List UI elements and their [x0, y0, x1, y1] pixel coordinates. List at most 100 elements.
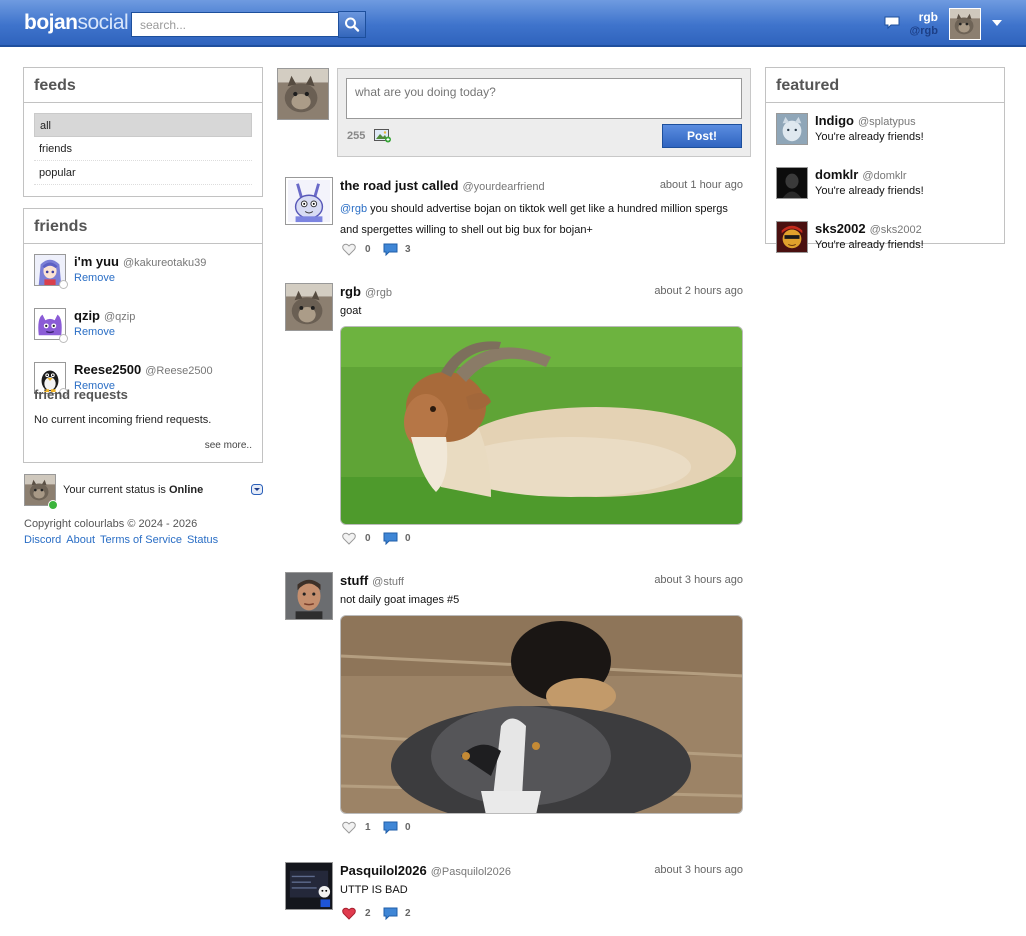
magnifier-icon	[345, 17, 360, 32]
post-timestamp[interactable]: about 3 hours ago	[654, 864, 743, 876]
like-count: 0	[365, 244, 371, 255]
caret-down-icon[interactable]	[992, 20, 1002, 26]
post-timestamp[interactable]: about 1 hour ago	[660, 179, 743, 191]
copyright: Copyright colourlabs © 2024 - 2026	[24, 518, 198, 530]
friend-handle: @Reese2500	[145, 365, 213, 377]
friend-name-text: i'm yuu	[74, 254, 119, 269]
heart-icon[interactable]	[342, 821, 356, 834]
feed-list: all friends popular	[24, 103, 262, 185]
post-author-name: rgb	[340, 284, 361, 299]
comment-count: 0	[405, 533, 411, 544]
speech-bubble-icon[interactable]	[884, 16, 900, 30]
current-user[interactable]: rgb @rgb	[910, 10, 938, 38]
friend-item: i'm yuu @kakureotaku39 Remove	[34, 254, 262, 298]
avatar[interactable]	[285, 572, 333, 620]
friendship-status: You're already friends!	[815, 185, 924, 197]
feeds-panel: feeds all friends popular	[23, 67, 263, 197]
footer-link-discord[interactable]: Discord	[24, 534, 61, 546]
bojansocial-logo[interactable]: bojansocial	[24, 11, 129, 35]
avatar[interactable]	[285, 177, 333, 225]
avatar[interactable]	[277, 68, 329, 120]
friend-handle: @qzip	[104, 311, 136, 323]
featured-name[interactable]: sks2002 @sks2002	[815, 221, 922, 236]
avatar[interactable]	[776, 221, 808, 253]
char-count: 255	[347, 130, 366, 142]
footer-link-about[interactable]: About	[66, 534, 95, 546]
friends-title: friends	[24, 209, 262, 244]
friend-name[interactable]: qzip @qzip	[74, 308, 135, 323]
friend-item: qzip @qzip Remove	[34, 308, 262, 352]
search-button[interactable]	[338, 11, 366, 38]
goat-photo	[341, 327, 742, 524]
status-value: Online	[168, 484, 204, 496]
post-author[interactable]: Pasquilol2026 @Pasquilol2026	[340, 863, 511, 878]
post-text: @rgb you should advertise bojan on tikto…	[340, 199, 740, 241]
comment-icon[interactable]	[383, 532, 398, 545]
friends-panel: friends i'm yuu @kakureotaku39 Remove qzi…	[23, 208, 263, 463]
post-author[interactable]: stuff @stuff	[340, 573, 404, 588]
friend-name[interactable]: i'm yuu @kakureotaku39	[74, 254, 206, 269]
post-author[interactable]: rgb @rgb	[340, 284, 392, 299]
feed-item-friends[interactable]: friends	[34, 137, 252, 161]
comment-icon[interactable]	[383, 243, 398, 256]
avatar[interactable]	[776, 167, 808, 199]
like-count: 1	[365, 822, 371, 833]
avatar[interactable]	[949, 8, 981, 40]
post-composer: 255 Post!	[337, 68, 751, 157]
feed-item-popular[interactable]: popular	[34, 161, 252, 185]
featured-name[interactable]: Indigo @splatypus	[815, 113, 916, 128]
footer-link-status[interactable]: Status	[187, 534, 218, 546]
status-input[interactable]	[346, 78, 742, 119]
post-author-handle: @Pasquilol2026	[430, 866, 511, 878]
post: stuff @stuff about 3 hours ago not daily …	[285, 572, 745, 842]
comment-count: 0	[405, 822, 411, 833]
chevron-down-icon[interactable]	[251, 484, 263, 495]
post-author-name: Pasquilol2026	[340, 863, 427, 878]
avatar[interactable]	[285, 862, 333, 910]
footer-links: Discord About Terms of Service Status	[24, 534, 223, 546]
heart-icon[interactable]	[342, 243, 356, 256]
remove-friend-link[interactable]: Remove	[74, 272, 115, 284]
remove-friend-link[interactable]: Remove	[74, 326, 115, 338]
post-timestamp[interactable]: about 2 hours ago	[654, 285, 743, 297]
friend-name-text: qzip	[74, 308, 100, 323]
avatar[interactable]	[285, 283, 333, 331]
friend-name[interactable]: Reese2500 @Reese2500	[74, 362, 213, 377]
post: Pasquilol2026 @Pasquilol2026 about 3 hour…	[285, 862, 745, 932]
goats-photo	[341, 616, 742, 813]
post-image-goat[interactable]	[340, 326, 743, 525]
post-text: UTTP IS BAD	[340, 884, 408, 896]
post-author[interactable]: the road just called @yourdearfriend	[340, 178, 545, 193]
post-image-goats[interactable]	[340, 615, 743, 814]
presence-dot	[59, 334, 68, 343]
avatar[interactable]	[776, 113, 808, 145]
featured-item: domklr @domklr You're already friends!	[776, 167, 1004, 211]
friend-requests-empty: No current incoming friend requests.	[34, 414, 212, 426]
heart-icon[interactable]	[342, 907, 356, 920]
featured-name-text: Indigo	[815, 113, 854, 128]
post-timestamp[interactable]: about 3 hours ago	[654, 574, 743, 586]
online-dot	[48, 500, 58, 510]
comment-count: 2	[405, 908, 411, 919]
post-author-name: stuff	[340, 573, 369, 588]
feeds-title: feeds	[24, 68, 262, 103]
comment-count: 3	[405, 244, 411, 255]
post-button[interactable]: Post!	[662, 124, 742, 148]
featured-panel: featured Indigo @splatypus You're already…	[765, 67, 1005, 253]
search-input[interactable]	[131, 12, 339, 37]
see-more-link[interactable]: see more..	[205, 440, 252, 451]
mention-link[interactable]: @rgb	[340, 203, 367, 215]
post-author-handle: @yourdearfriend	[462, 181, 545, 193]
featured-item: Indigo @splatypus You're already friends!	[776, 113, 1004, 157]
comment-icon[interactable]	[383, 821, 398, 834]
post-text: not daily goat images #5	[340, 594, 460, 606]
featured-title: featured	[766, 68, 1004, 103]
featured-name[interactable]: domklr @domklr	[815, 167, 907, 182]
friendship-status: You're already friends!	[815, 131, 924, 143]
image-upload-icon[interactable]	[374, 129, 391, 143]
post-author-name: the road just called	[340, 178, 459, 193]
comment-icon[interactable]	[383, 907, 398, 920]
heart-icon[interactable]	[342, 532, 356, 545]
feed-item-all[interactable]: all	[34, 113, 252, 137]
footer-link-terms[interactable]: Terms of Service	[100, 534, 182, 546]
